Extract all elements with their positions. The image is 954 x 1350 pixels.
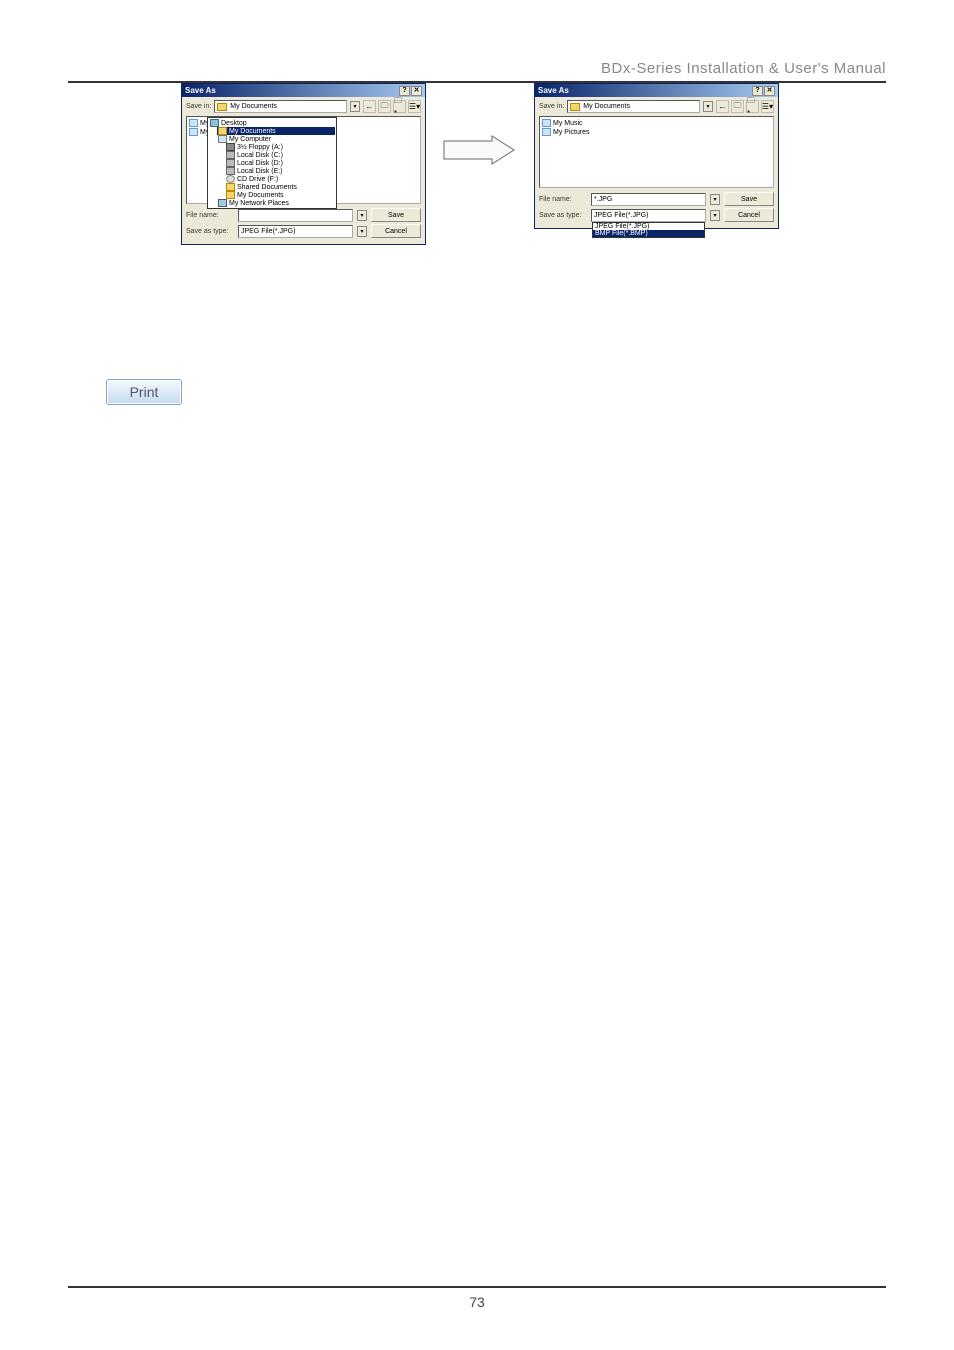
page-number: 73	[469, 1294, 485, 1310]
save-as-dialog-left: Save As ? ✕ Save in: My Documents ▾ ← 🗀 …	[181, 83, 426, 245]
help-icon[interactable]: ?	[752, 86, 763, 96]
file-list-area[interactable]: My Music My Pictures	[539, 116, 774, 188]
chevron-down-icon[interactable]: ▾	[710, 194, 720, 205]
floppy-icon	[226, 143, 235, 151]
dd-cd[interactable]: CD Drive (F:)	[237, 176, 278, 183]
folder-icon	[218, 127, 227, 135]
dd-floppy[interactable]: 3½ Floppy (A:)	[237, 144, 283, 151]
chevron-down-icon[interactable]: ▾	[350, 101, 360, 112]
savetype-combo[interactable]: JPEG File(*.JPG) JPEG File(*.JPG) BMP Fi…	[591, 209, 706, 222]
titlebar-text: Save As	[185, 86, 399, 95]
savein-value: My Documents	[230, 103, 277, 110]
dd-diskC[interactable]: Local Disk (C:)	[237, 152, 283, 159]
cancel-button[interactable]: Cancel	[724, 208, 774, 222]
folder-icon	[542, 119, 551, 127]
disk-icon	[226, 167, 235, 175]
folder-icon	[542, 128, 551, 136]
folder-icon	[570, 103, 580, 111]
views-icon[interactable]: ☰▾	[408, 100, 421, 113]
dd-shared[interactable]: Shared Documents	[237, 184, 297, 191]
filename-value: *.JPG	[594, 196, 612, 203]
up-icon[interactable]: 🗀	[731, 100, 744, 113]
savetype-combo[interactable]: JPEG File(*.JPG)	[238, 225, 353, 238]
savetype-dropdown[interactable]: JPEG File(*.JPG) BMP File(*.BMP)	[592, 222, 705, 238]
type-option-bmp[interactable]: BMP File(*.BMP)	[593, 230, 704, 237]
new-folder-icon[interactable]: 🗀*	[393, 100, 406, 113]
desktop-icon	[210, 119, 219, 127]
dd-mydocs2[interactable]: My Documents	[237, 192, 284, 199]
dd-mydocs[interactable]: My Documents	[229, 128, 276, 135]
close-icon[interactable]: ✕	[411, 86, 422, 96]
back-icon[interactable]: ←	[363, 100, 376, 113]
dd-diskE[interactable]: Local Disk (E:)	[237, 168, 283, 175]
chevron-down-icon[interactable]: ▾	[703, 101, 713, 112]
list-item[interactable]: My Music	[553, 120, 583, 127]
savetype-value: JPEG File(*.JPG)	[241, 228, 295, 235]
filename-input[interactable]	[238, 209, 353, 222]
filename-label: File name:	[186, 212, 234, 219]
folder-icon	[226, 183, 235, 191]
chevron-down-icon[interactable]: ▾	[710, 210, 720, 221]
save-button[interactable]: Save	[724, 192, 774, 206]
list-item[interactable]: My Pictures	[553, 129, 590, 136]
back-icon[interactable]: ←	[716, 100, 729, 113]
cd-icon	[226, 175, 235, 183]
save-as-dialog-right: Save As ? ✕ Save in: My Documents ▾ ← 🗀 …	[534, 83, 779, 229]
network-icon	[218, 199, 227, 207]
print-button[interactable]: Print	[106, 379, 182, 405]
dd-mycomp[interactable]: My Computer	[229, 136, 271, 143]
titlebar: Save As ? ✕	[182, 84, 425, 97]
dd-diskD[interactable]: Local Disk (D:)	[237, 160, 283, 167]
savein-dropdown[interactable]: Desktop My Documents My Computer 3½ Flop…	[207, 117, 337, 209]
chevron-down-icon[interactable]: ▾	[357, 226, 367, 237]
help-icon[interactable]: ?	[399, 86, 410, 96]
dd-desktop[interactable]: Desktop	[221, 120, 247, 127]
savein-label: Save in:	[186, 103, 211, 110]
content-area: Save As ? ✕ Save in: My Documents ▾ ← 🗀 …	[68, 83, 886, 343]
savein-combo[interactable]: My Documents	[567, 100, 700, 113]
disk-icon	[226, 151, 235, 159]
folder-icon	[189, 128, 198, 136]
arrow-icon	[442, 135, 516, 165]
savein-combo[interactable]: My Documents	[214, 100, 347, 113]
type-option-jpg[interactable]: JPEG File(*.JPG)	[593, 223, 704, 230]
savetype-label: Save as type:	[186, 228, 234, 235]
header-title: BDx-Series Installation & User's Manual	[68, 60, 886, 83]
page-footer: 73	[68, 1286, 886, 1310]
chevron-down-icon[interactable]: ▾	[357, 210, 367, 221]
cancel-button[interactable]: Cancel	[371, 224, 421, 238]
file-list-area[interactable]: My Mu My Pic Desktop My Documents My Com…	[186, 116, 421, 204]
up-icon[interactable]: 🗀	[378, 100, 391, 113]
close-icon[interactable]: ✕	[764, 86, 775, 96]
dd-netplaces[interactable]: My Network Places	[229, 200, 289, 207]
new-folder-icon[interactable]: 🗀*	[746, 100, 759, 113]
titlebar: Save As ? ✕	[535, 84, 778, 97]
folder-icon	[189, 119, 198, 127]
titlebar-text: Save As	[538, 86, 752, 95]
savein-label: Save in:	[539, 103, 564, 110]
savetype-value: JPEG File(*.JPG)	[594, 212, 648, 219]
views-icon[interactable]: ☰▾	[761, 100, 774, 113]
save-button[interactable]: Save	[371, 208, 421, 222]
folder-icon	[217, 103, 227, 111]
computer-icon	[218, 135, 227, 143]
savein-value: My Documents	[583, 103, 630, 110]
folder-icon	[226, 191, 235, 199]
savetype-label: Save as type:	[539, 212, 587, 219]
disk-icon	[226, 159, 235, 167]
filename-input[interactable]: *.JPG	[591, 193, 706, 206]
filename-label: File name:	[539, 196, 587, 203]
